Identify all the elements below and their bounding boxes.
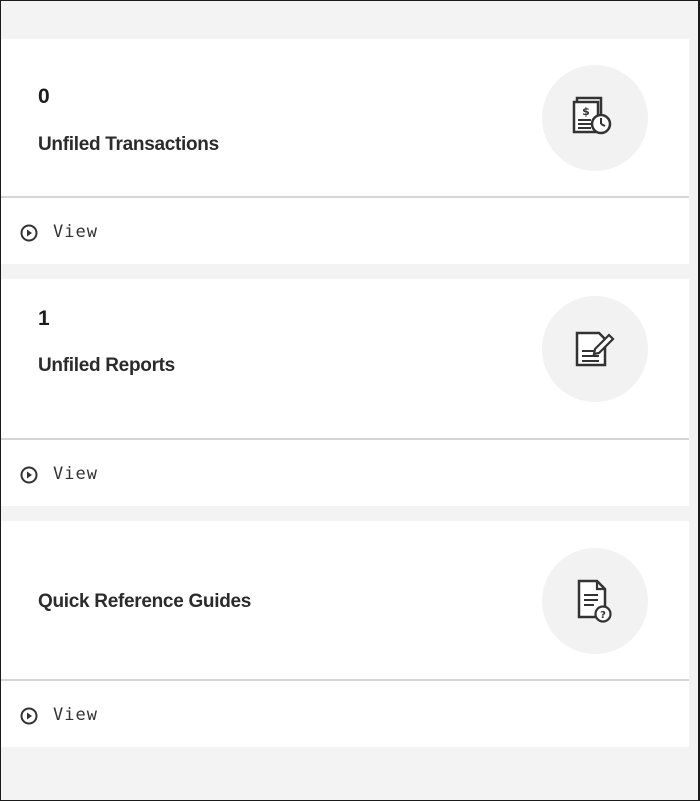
svg-text:$: $ bbox=[582, 105, 590, 118]
unfiled-transactions-count: 0 bbox=[38, 85, 51, 108]
document-help-icon: ? bbox=[542, 548, 648, 654]
circle-play-icon bbox=[20, 466, 38, 484]
dashboard-panel: 0 Unfiled Transactions $ View 1 Unfiled … bbox=[0, 0, 700, 801]
quick-reference-guides-card: Quick Reference Guides ? View bbox=[1, 521, 689, 747]
receipt-clock-icon: $ bbox=[542, 65, 648, 171]
circle-play-icon bbox=[20, 707, 38, 725]
view-link-label: View bbox=[53, 464, 98, 484]
view-unfiled-reports-link[interactable]: View bbox=[1, 443, 689, 506]
card-divider bbox=[1, 679, 689, 681]
view-unfiled-transactions-link[interactable]: View bbox=[1, 201, 689, 264]
view-link-label: View bbox=[53, 222, 98, 242]
card-divider bbox=[1, 438, 689, 440]
view-quick-reference-guides-link[interactable]: View bbox=[1, 684, 689, 747]
report-edit-icon bbox=[542, 296, 648, 402]
unfiled-reports-card: 1 Unfiled Reports View bbox=[1, 279, 689, 506]
view-link-label: View bbox=[53, 705, 98, 725]
circle-play-icon bbox=[20, 224, 38, 242]
unfiled-reports-count: 1 bbox=[38, 307, 51, 330]
quick-reference-guides-title: Quick Reference Guides bbox=[38, 591, 252, 612]
unfiled-transactions-card: 0 Unfiled Transactions $ View bbox=[1, 39, 689, 264]
card-divider bbox=[1, 196, 689, 198]
unfiled-reports-title: Unfiled Reports bbox=[38, 355, 175, 376]
unfiled-transactions-title: Unfiled Transactions bbox=[38, 134, 219, 155]
svg-text:?: ? bbox=[600, 610, 606, 621]
